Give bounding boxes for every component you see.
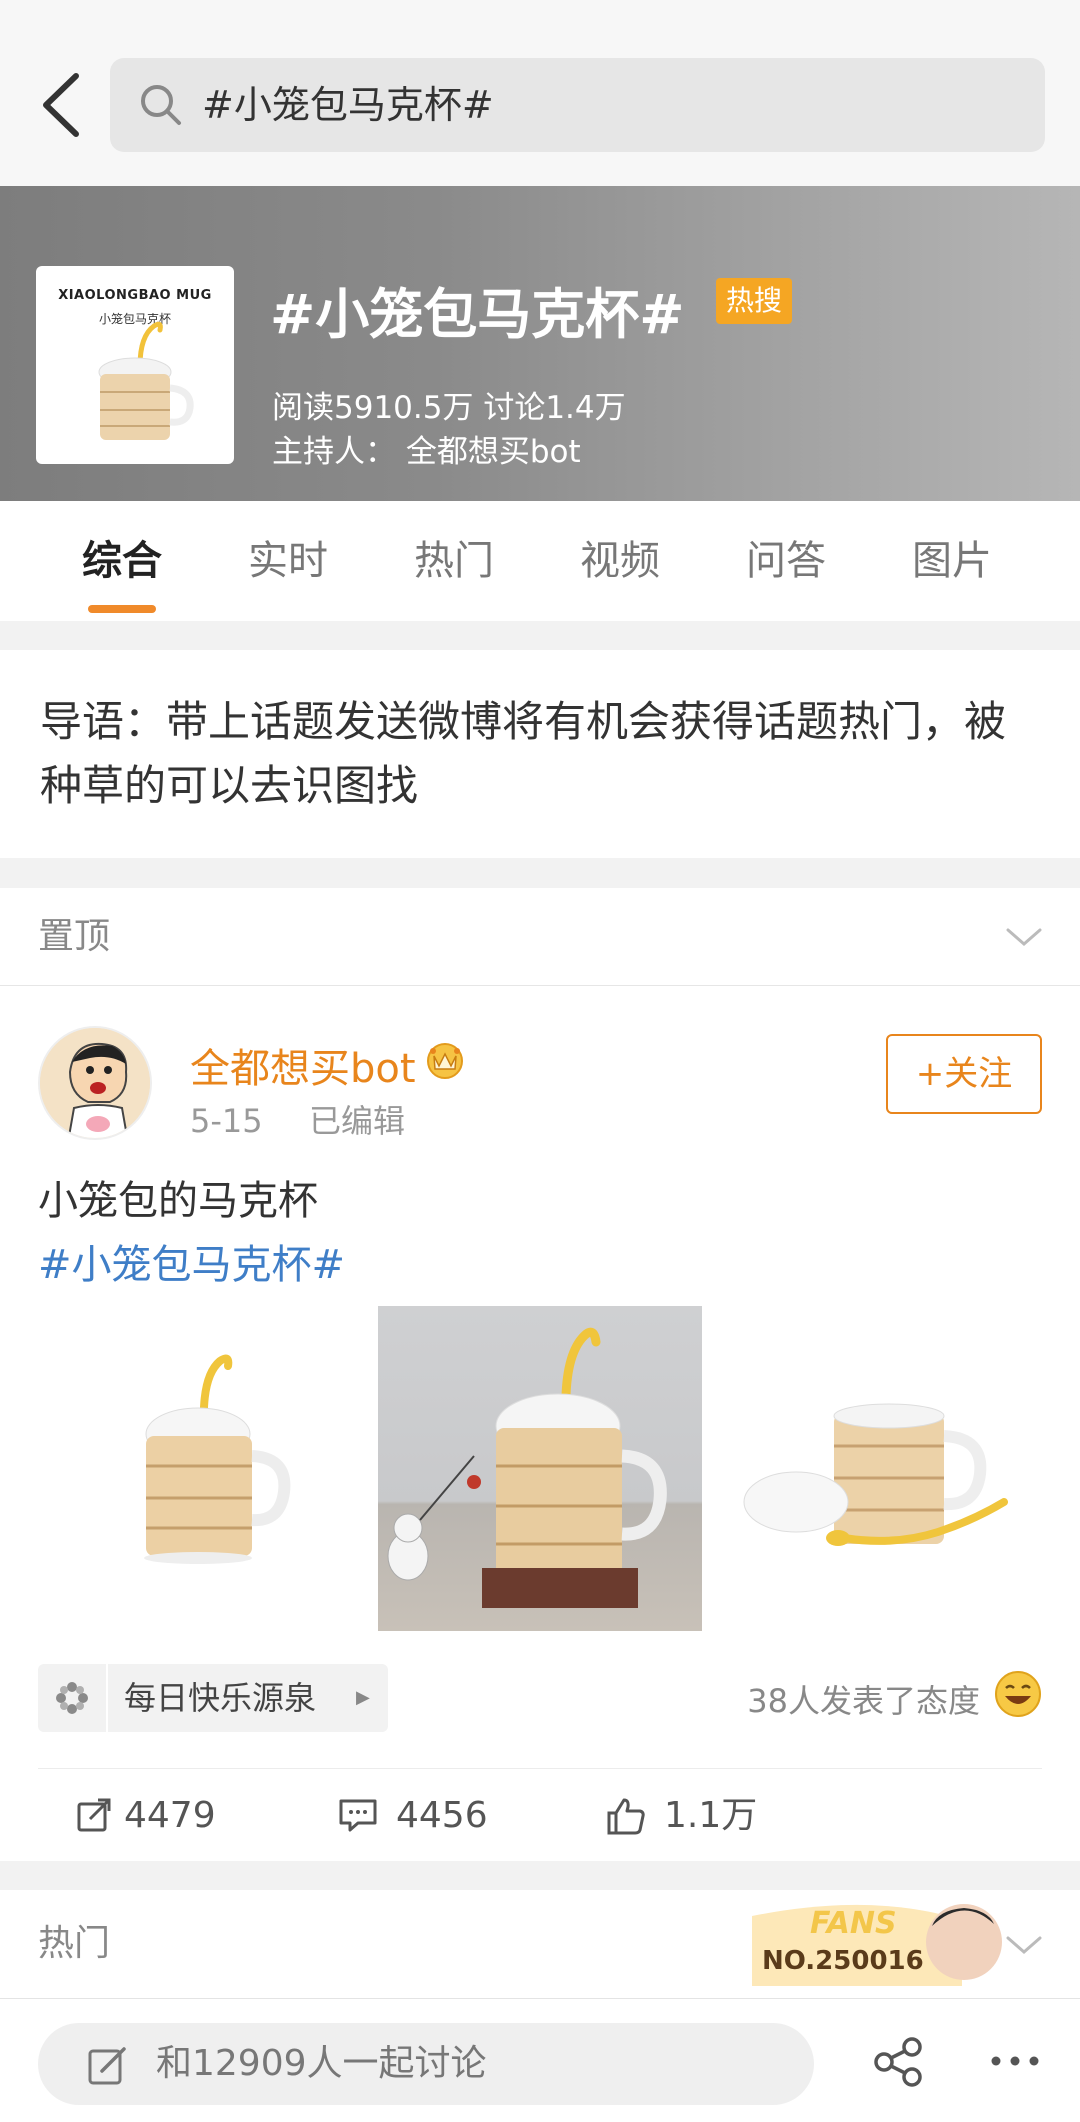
back-arrow-icon[interactable] xyxy=(34,70,94,140)
more-icon[interactable] xyxy=(990,2051,1040,2071)
post-author[interactable]: 全都想买bot xyxy=(190,1036,416,1094)
chevron-down-icon[interactable] xyxy=(1004,922,1044,952)
hot-section-header[interactable]: 热门 FANS NO.250016 xyxy=(0,1890,1080,1998)
active-tab-indicator xyxy=(88,605,156,613)
intro-text: 导语：带上话题发送微博将有机会获得话题热门，被种草的可以去识图找 xyxy=(40,697,1007,810)
chevron-down-icon[interactable] xyxy=(1004,1930,1044,1960)
topic-header: XIAOLONGBAO MUG 小笼包马克杯 #小笼包马克杯# 热搜 阅读591… xyxy=(0,186,1080,501)
pinned-label: 置顶 xyxy=(38,916,111,957)
laughing-emoji-icon xyxy=(995,1671,1041,1717)
post-actions: 4479 4456 1.1万 xyxy=(38,1768,1042,1861)
pinned-post: 全都想买bot 5-15 已编辑 +关注 小笼包的马克杯 #小笼包马克杯# 每日… xyxy=(0,986,1080,1861)
compose-placeholder: 和12909人一起讨论 xyxy=(156,2043,487,2084)
tab-photos[interactable]: 图片 xyxy=(887,501,1017,621)
source-tag[interactable]: 每日快乐源泉 ▶ xyxy=(38,1664,388,1732)
tab-realtime[interactable]: 实时 xyxy=(223,501,353,621)
fans-badge[interactable]: FANS NO.250016 xyxy=(732,1896,1012,1992)
bottom-bar: 和12909人一起讨论 xyxy=(0,1998,1080,2122)
mug-photo-icon xyxy=(144,1354,291,1564)
flower-icon xyxy=(56,1682,88,1714)
post-text: 小笼包的马克杯 xyxy=(38,1178,318,1224)
thumbs-up-icon xyxy=(607,1798,645,1835)
tab-overview[interactable]: 综合 xyxy=(57,501,187,621)
repost-icon xyxy=(77,1798,111,1832)
fans-number: NO.250016 xyxy=(762,1946,924,1976)
share-icon[interactable] xyxy=(872,2037,926,2087)
follow-button[interactable]: +关注 xyxy=(886,1034,1042,1114)
search-query: #小笼包马克杯# xyxy=(202,83,494,127)
repost-count: 4479 xyxy=(124,1795,216,1836)
tab-hot[interactable]: 热门 xyxy=(389,501,519,621)
pinned-section-header[interactable]: 置顶 xyxy=(0,888,1080,986)
source-label: 每日快乐源泉 xyxy=(124,1679,317,1717)
post-edited: 已编辑 xyxy=(308,1102,405,1140)
hot-search-badge: 热搜 xyxy=(716,278,792,324)
avatar[interactable] xyxy=(38,1026,152,1140)
discussion-compose-input[interactable]: 和12909人一起讨论 xyxy=(38,2023,814,2105)
post-image-3[interactable] xyxy=(724,1306,1044,1631)
search-input[interactable]: #小笼包马克杯# xyxy=(110,58,1045,152)
comment-button[interactable]: 4456 xyxy=(338,1769,538,1862)
post-meta: 5-15 已编辑 xyxy=(190,1096,405,1142)
post-hashtag-link[interactable]: #小笼包马克杯# xyxy=(38,1232,345,1290)
mug-lid-photo-icon xyxy=(743,1403,1008,1546)
caret-right-icon: ▶ xyxy=(356,1687,370,1708)
search-icon xyxy=(141,85,181,125)
topic-title: #小笼包马克杯# xyxy=(270,283,685,346)
topic-stats: 阅读5910.5万 讨论1.4万 xyxy=(272,390,626,426)
tab-qa[interactable]: 问答 xyxy=(721,501,851,621)
fans-word: FANS xyxy=(810,1906,897,1941)
topic-tabs: 综合 实时 热门 视频 问答 图片 xyxy=(0,501,1080,621)
post-image-2[interactable] xyxy=(378,1306,702,1631)
topic-intro: 导语：带上话题发送微博将有机会获得话题热门，被种草的可以去识图找 xyxy=(0,650,1080,858)
cartoon-avatar-icon xyxy=(40,1028,150,1138)
verified-crown-icon xyxy=(427,1043,463,1079)
mug-illustration-icon xyxy=(98,321,194,440)
post-image-1[interactable] xyxy=(52,1306,356,1631)
topic-host: 主持人： 全都想买bot xyxy=(272,434,581,470)
topic-cover-image: XIAOLONGBAO MUG 小笼包马克杯 xyxy=(36,266,234,464)
top-bar: #小笼包马克杯# xyxy=(0,0,1080,186)
reactions-count[interactable]: 38人发表了态度 xyxy=(747,1676,980,1722)
hot-label: 热门 xyxy=(38,1923,111,1964)
comment-count: 4456 xyxy=(396,1795,488,1836)
mug-scene-photo-icon xyxy=(387,1327,667,1608)
post-date: 5-15 xyxy=(190,1102,263,1140)
like-button[interactable]: 1.1万 xyxy=(606,1769,806,1862)
like-count: 1.1万 xyxy=(664,1795,758,1836)
comment-icon xyxy=(339,1799,377,1832)
repost-button[interactable]: 4479 xyxy=(76,1769,256,1862)
edit-icon xyxy=(88,2047,126,2085)
tab-video[interactable]: 视频 xyxy=(555,501,685,621)
chip-divider xyxy=(106,1664,108,1732)
